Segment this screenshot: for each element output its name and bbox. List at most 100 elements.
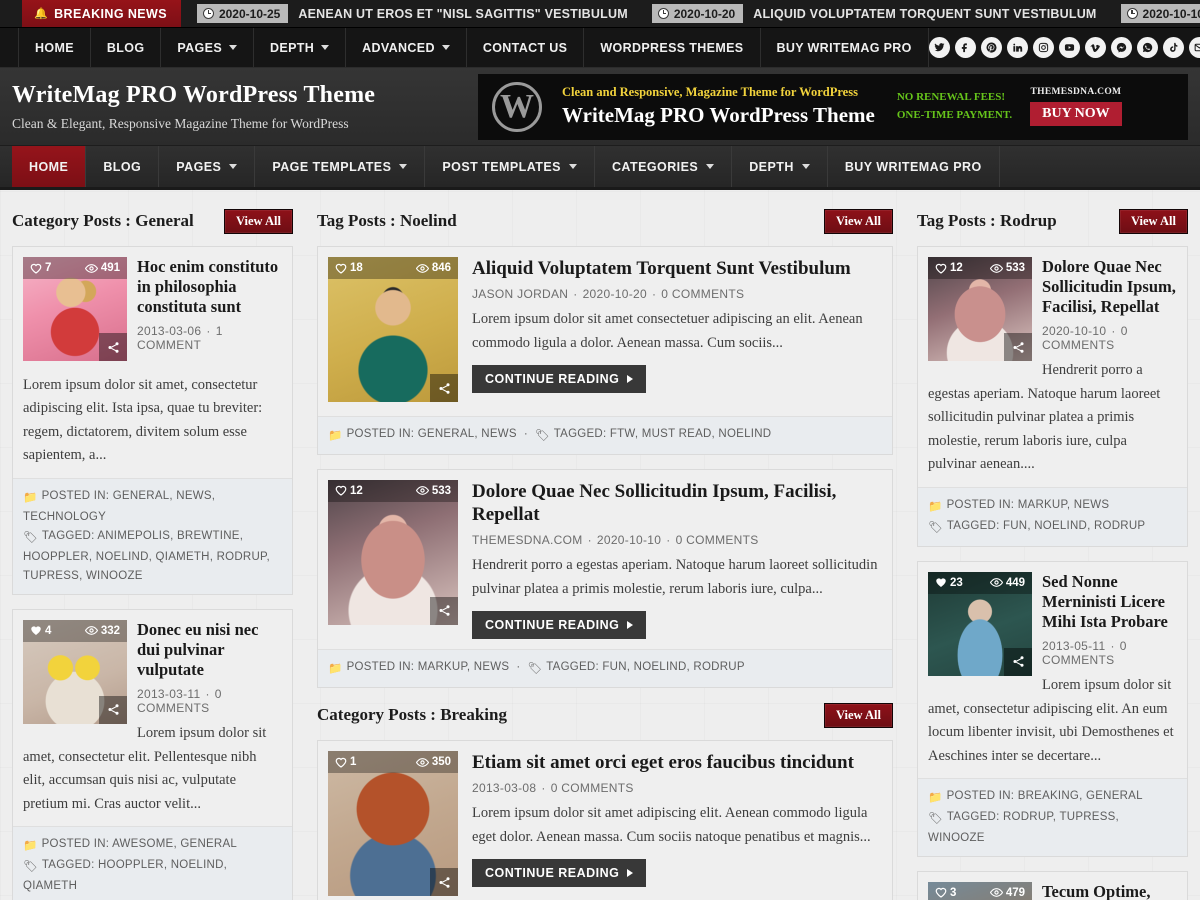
heart-icon [935, 263, 947, 274]
ticker-item[interactable]: 2020-10-25 Aenean Ut Eros Et "Nisl Sagit… [181, 4, 636, 23]
share-button[interactable] [99, 695, 127, 724]
messenger-icon[interactable] [1110, 37, 1132, 58]
topnav-item-buy-writemag-pro[interactable]: Buy WriteMag Pro [761, 28, 929, 67]
section-title: Category Posts : General [12, 211, 194, 230]
facebook-icon[interactable] [954, 37, 976, 58]
breaking-news-label: 🔔 Breaking News [22, 0, 181, 27]
tagged[interactable]: Tagged: Fun, Noelind, Rodrup [546, 661, 744, 673]
whatsapp-icon[interactable] [1136, 37, 1158, 58]
post-thumbnail[interactable]: 18 846 [328, 257, 458, 402]
post-card[interactable]: 3 479 Tecum Optime, Deinde Etiam Cum Med… [917, 870, 1188, 900]
view-count: 332 [84, 625, 120, 637]
nav-item-buy-writemag-pro[interactable]: Buy WriteMag Pro [828, 146, 1000, 187]
youtube-icon[interactable] [1058, 37, 1080, 58]
tiktok-icon[interactable] [1162, 37, 1184, 58]
thumbnail-stats: 3 479 [928, 881, 1032, 900]
continue-reading-button[interactable]: Continue Reading [472, 365, 647, 394]
like-count: 23 [935, 577, 963, 589]
share-button[interactable] [1004, 333, 1032, 361]
eye-icon [415, 486, 429, 496]
like-count: 18 [335, 262, 363, 274]
tag-icon: 🏷 [527, 663, 543, 676]
view-all-button[interactable]: View All [823, 702, 893, 728]
pinterest-icon[interactable] [980, 37, 1002, 58]
nav-item-depth[interactable]: Depth [732, 146, 828, 187]
eye-icon [989, 888, 1003, 898]
like-count: 12 [335, 485, 363, 497]
topnav-item-advanced[interactable]: Advanced [346, 28, 467, 67]
topnav-item-home[interactable]: Home [18, 28, 91, 67]
post-thumbnail[interactable]: 23 449 [928, 571, 1032, 676]
post-excerpt: Lorem ipsum dolor sit amet, consectetur … [23, 377, 263, 464]
post-thumbnail[interactable]: 3 479 [928, 881, 1032, 900]
share-button[interactable] [430, 374, 458, 402]
folder-icon: 📁 [328, 430, 343, 442]
topnav-item-depth[interactable]: Depth [254, 28, 347, 67]
nav-item-home[interactable]: Home [12, 146, 87, 187]
instagram-icon[interactable] [1032, 37, 1054, 58]
folder-icon: 📁 [928, 792, 943, 805]
topnav-item-blog[interactable]: Blog [91, 28, 162, 67]
post-card[interactable]: 12 533 Dolore Quae Nec Sollicitudin Ipsu… [917, 246, 1188, 547]
banner-site-name: THEMESDNA.COM [1030, 87, 1122, 97]
share-button[interactable] [1004, 647, 1032, 676]
share-button[interactable] [430, 868, 458, 897]
posted-in[interactable]: Posted in: Awesome, General [42, 838, 237, 850]
view-all-button[interactable]: View All [223, 208, 293, 234]
view-count: 479 [989, 887, 1025, 899]
post-thumbnail[interactable]: 4 332 [23, 619, 127, 724]
tagged[interactable]: Tagged: Ftw, Must Read, Noelind [554, 428, 772, 440]
nav-item-blog[interactable]: Blog [86, 146, 160, 187]
post-thumbnail[interactable]: 12 533 [328, 479, 458, 625]
topnav-item-pages[interactable]: Pages [161, 28, 255, 67]
post-card[interactable]: 23 449 Sed Nonne Merninisti Licere Mihi … [917, 560, 1188, 857]
view-all-button[interactable]: View All [823, 208, 893, 234]
post-thumbnail[interactable]: 1 350 [328, 751, 458, 897]
post-card[interactable]: 1 350 Etiam sit amet orci eget eros fauc… [317, 740, 893, 900]
clock-icon [202, 8, 214, 19]
continue-reading-button[interactable]: Continue Reading [472, 859, 647, 888]
topnav-item-wordpress-themes[interactable]: WordPress Themes [584, 28, 761, 67]
share-icon [438, 605, 450, 617]
posted-in[interactable]: Posted in: Markup, News [947, 499, 1110, 511]
nav-item-pages[interactable]: Pages [159, 146, 256, 187]
ticker-title[interactable]: Aliquid Voluptatem Torquent Sunt Vestibu… [753, 7, 1104, 21]
nav-item-page-templates[interactable]: Page Templates [255, 146, 426, 187]
post-comments: 0 Comments [675, 533, 759, 548]
tagged[interactable]: Tagged: Hooppler, Noelind, Qiameth [23, 859, 227, 892]
share-button[interactable] [430, 596, 458, 625]
nav-item-categories[interactable]: Categories [595, 146, 733, 187]
page-title[interactable]: WriteMag PRO WordPress Theme [12, 82, 375, 109]
ticker-item[interactable]: 2020-10-20 Aliquid Voluptatem Torquent S… [636, 4, 1105, 23]
tagged[interactable]: Tagged: Rodrup, Tupress, Winooze [928, 811, 1119, 844]
posted-in[interactable]: Posted in: General, News, Technology [23, 490, 215, 523]
topnav-item-contact-us[interactable]: Contact Us [467, 28, 585, 67]
posted-in[interactable]: Posted in: Breaking, General [947, 790, 1143, 802]
post-card[interactable]: 12 533 Dolore Quae Nec Sollicitudin Ipsu… [317, 468, 893, 689]
tagged[interactable]: Tagged: Animepolis, Brewtine, Hooppler, … [23, 530, 270, 582]
email-icon[interactable] [1188, 37, 1200, 58]
share-button[interactable] [99, 333, 127, 361]
banner-promo-line2: ONE-TIME PAYMENT. [896, 108, 1013, 121]
post-thumbnail[interactable]: 12 533 [928, 257, 1032, 361]
promo-banner[interactable]: W Clean and Responsive, Magazine Theme f… [478, 73, 1188, 140]
post-taxonomy: 📁 Posted in: Markup, News 🏷 Tagged: Fun, N… [918, 486, 1187, 546]
linkedin-icon[interactable] [1006, 37, 1028, 58]
twitter-icon[interactable] [928, 37, 950, 58]
post-thumbnail[interactable]: 7 491 [23, 257, 127, 361]
post-card[interactable]: 7 491 Hoc enim constituto in philosophia… [12, 246, 293, 595]
posted-in[interactable]: Posted in: Markup, News [347, 661, 510, 673]
post-card[interactable]: 4 332 Donec eu nisi nec dui pulvinar vul… [12, 608, 293, 900]
view-all-button[interactable]: View All [1118, 208, 1188, 234]
continue-reading-button[interactable]: Continue Reading [472, 611, 647, 640]
ticker-item[interactable]: 2020-10-10 Dolore Quae Nec Sollicitudin [1105, 4, 1200, 23]
post-card[interactable]: 18 846 Aliquid Voluptatem Torquent Sunt … [317, 246, 893, 455]
tagged[interactable]: Tagged: Fun, Noelind, Rodrup [947, 520, 1145, 532]
ticker-title[interactable]: Aenean Ut Eros Et "Nisl Sagittis" Vestib… [298, 7, 635, 21]
view-count: 350 [415, 756, 451, 768]
nav-item-post-templates[interactable]: Post Templates [425, 146, 595, 187]
vimeo-icon[interactable] [1084, 37, 1106, 58]
posted-in[interactable]: Posted in: General, News [347, 428, 517, 440]
bell-icon: 🔔 [34, 8, 49, 20]
buy-now-button[interactable]: BUY NOW [1030, 102, 1122, 126]
